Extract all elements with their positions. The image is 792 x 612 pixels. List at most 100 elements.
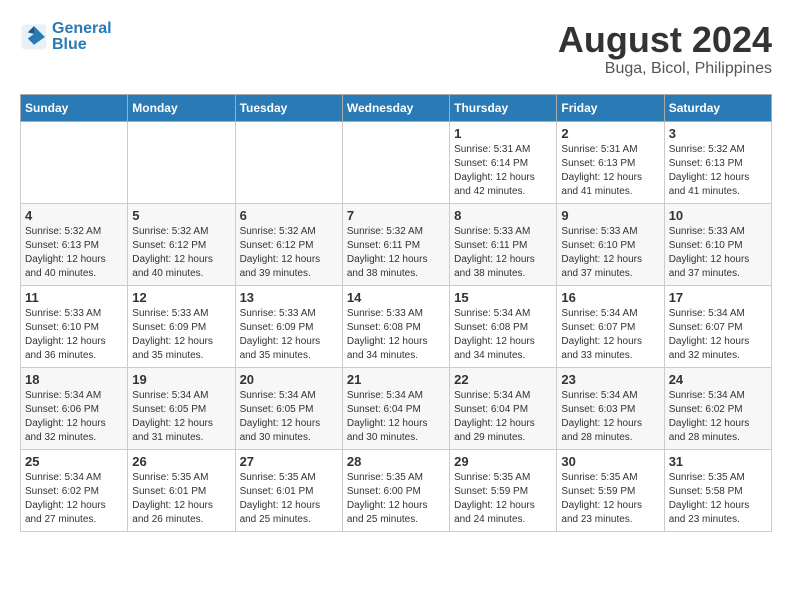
- day-info: Sunrise: 5:32 AM Sunset: 6:12 PM Dayligh…: [240, 225, 338, 281]
- calendar-cell: 3 Sunrise: 5:32 AM Sunset: 6:13 PM Daylig…: [664, 121, 771, 203]
- calendar-cell: 5Sunrise: 5:32 AM Sunset: 6:12 PM Daylig…: [128, 203, 235, 285]
- day-number: 22: [454, 372, 552, 387]
- day-number: 3: [669, 126, 767, 141]
- title-area: August 2024 Buga, Bicol, Philippines: [558, 20, 772, 78]
- day-info: Sunrise: 5:33 AM Sunset: 6:10 PM Dayligh…: [669, 225, 767, 281]
- day-number: 31: [669, 454, 767, 469]
- calendar-cell: 9Sunrise: 5:33 AM Sunset: 6:10 PM Daylig…: [557, 203, 664, 285]
- day-number: 16: [561, 290, 659, 305]
- calendar-cell: 18 Sunrise: 5:34 AM Sunset: 6:06 PM Dayli…: [21, 367, 128, 449]
- day-info: Sunrise: 5:33 AM Sunset: 6:10 PM Dayligh…: [25, 307, 123, 363]
- day-number: 24: [669, 372, 767, 387]
- calendar-cell: 16 Sunrise: 5:34 AM Sunset: 6:07 PM Dayli…: [557, 285, 664, 367]
- day-info: Sunrise: 5:34 AM Sunset: 6:02 PM Dayligh…: [25, 471, 123, 527]
- day-info: Sunrise: 5:32 AM Sunset: 6:11 PM Dayligh…: [347, 225, 445, 281]
- calendar-cell: 27 Sunrise: 5:35 AM Sunset: 6:01 PM Dayli…: [235, 449, 342, 531]
- day-info: Sunrise: 5:34 AM Sunset: 6:07 PM Dayligh…: [561, 307, 659, 363]
- calendar-cell: 25 Sunrise: 5:34 AM Sunset: 6:02 PM Dayli…: [21, 449, 128, 531]
- calendar-cell: 26Sunrise: 5:35 AM Sunset: 6:01 PM Dayli…: [128, 449, 235, 531]
- calendar-cell: 1Sunrise: 5:31 AM Sunset: 6:14 PM Daylig…: [450, 121, 557, 203]
- day-number: 15: [454, 290, 552, 305]
- day-number: 8: [454, 208, 552, 223]
- calendar-cell: 8Sunrise: 5:33 AM Sunset: 6:11 PM Daylig…: [450, 203, 557, 285]
- calendar-cell: 23Sunrise: 5:34 AM Sunset: 6:03 PM Dayli…: [557, 367, 664, 449]
- day-info: Sunrise: 5:31 AM Sunset: 6:14 PM Dayligh…: [454, 143, 552, 199]
- calendar-cell: [128, 121, 235, 203]
- calendar-cell: [342, 121, 449, 203]
- day-info: Sunrise: 5:35 AM Sunset: 6:01 PM Dayligh…: [132, 471, 230, 527]
- calendar-header-row: SundayMondayTuesdayWednesdayThursdayFrid…: [21, 94, 772, 121]
- day-info: Sunrise: 5:31 AM Sunset: 6:13 PM Dayligh…: [561, 143, 659, 199]
- day-info: Sunrise: 5:34 AM Sunset: 6:06 PM Dayligh…: [25, 389, 123, 445]
- day-number: 5: [132, 208, 230, 223]
- calendar-cell: 11Sunrise: 5:33 AM Sunset: 6:10 PM Dayli…: [21, 285, 128, 367]
- day-info: Sunrise: 5:35 AM Sunset: 6:01 PM Dayligh…: [240, 471, 338, 527]
- calendar-cell: 17Sunrise: 5:34 AM Sunset: 6:07 PM Dayli…: [664, 285, 771, 367]
- page-header: General Blue August 2024 Buga, Bicol, Ph…: [20, 20, 772, 78]
- day-info: Sunrise: 5:34 AM Sunset: 6:04 PM Dayligh…: [454, 389, 552, 445]
- day-info: Sunrise: 5:34 AM Sunset: 6:04 PM Dayligh…: [347, 389, 445, 445]
- logo-text: General Blue: [52, 20, 112, 54]
- day-number: 17: [669, 290, 767, 305]
- day-header-tuesday: Tuesday: [235, 94, 342, 121]
- day-number: 29: [454, 454, 552, 469]
- day-header-monday: Monday: [128, 94, 235, 121]
- day-info: Sunrise: 5:32 AM Sunset: 6:13 PM Dayligh…: [669, 143, 767, 199]
- calendar-cell: 13 Sunrise: 5:33 AM Sunset: 6:09 PM Dayli…: [235, 285, 342, 367]
- day-info: Sunrise: 5:35 AM Sunset: 5:59 PM Dayligh…: [454, 471, 552, 527]
- day-number: 9: [561, 208, 659, 223]
- logo-icon: [20, 23, 48, 51]
- day-info: Sunrise: 5:35 AM Sunset: 5:59 PM Dayligh…: [561, 471, 659, 527]
- day-info: Sunrise: 5:35 AM Sunset: 5:58 PM Dayligh…: [669, 471, 767, 527]
- day-info: Sunrise: 5:32 AM Sunset: 6:13 PM Dayligh…: [25, 225, 123, 281]
- day-number: 4: [25, 208, 123, 223]
- calendar-week-row: 11Sunrise: 5:33 AM Sunset: 6:10 PM Dayli…: [21, 285, 772, 367]
- day-number: 27: [240, 454, 338, 469]
- day-info: Sunrise: 5:34 AM Sunset: 6:05 PM Dayligh…: [240, 389, 338, 445]
- calendar-cell: 19Sunrise: 5:34 AM Sunset: 6:05 PM Dayli…: [128, 367, 235, 449]
- day-header-sunday: Sunday: [21, 94, 128, 121]
- day-number: 13: [240, 290, 338, 305]
- calendar-cell: 29 Sunrise: 5:35 AM Sunset: 5:59 PM Dayli…: [450, 449, 557, 531]
- day-header-friday: Friday: [557, 94, 664, 121]
- day-info: Sunrise: 5:33 AM Sunset: 6:08 PM Dayligh…: [347, 307, 445, 363]
- calendar-cell: 22 Sunrise: 5:34 AM Sunset: 6:04 PM Dayli…: [450, 367, 557, 449]
- day-number: 21: [347, 372, 445, 387]
- calendar-cell: 12Sunrise: 5:33 AM Sunset: 6:09 PM Dayli…: [128, 285, 235, 367]
- calendar-cell: 15 Sunrise: 5:34 AM Sunset: 6:08 PM Dayli…: [450, 285, 557, 367]
- calendar-week-row: 25 Sunrise: 5:34 AM Sunset: 6:02 PM Dayli…: [21, 449, 772, 531]
- calendar-cell: 10 Sunrise: 5:33 AM Sunset: 6:10 PM Dayli…: [664, 203, 771, 285]
- calendar-cell: 7Sunrise: 5:32 AM Sunset: 6:11 PM Daylig…: [342, 203, 449, 285]
- day-number: 6: [240, 208, 338, 223]
- calendar-cell: 14 Sunrise: 5:33 AM Sunset: 6:08 PM Dayli…: [342, 285, 449, 367]
- calendar-cell: 28 Sunrise: 5:35 AM Sunset: 6:00 PM Dayli…: [342, 449, 449, 531]
- day-number: 28: [347, 454, 445, 469]
- calendar-cell: 24 Sunrise: 5:34 AM Sunset: 6:02 PM Dayli…: [664, 367, 771, 449]
- page-title: August 2024: [558, 20, 772, 60]
- calendar-cell: [21, 121, 128, 203]
- day-number: 14: [347, 290, 445, 305]
- day-info: Sunrise: 5:33 AM Sunset: 6:09 PM Dayligh…: [240, 307, 338, 363]
- calendar-week-row: 18 Sunrise: 5:34 AM Sunset: 6:06 PM Dayli…: [21, 367, 772, 449]
- calendar-cell: 30Sunrise: 5:35 AM Sunset: 5:59 PM Dayli…: [557, 449, 664, 531]
- calendar-week-row: 1Sunrise: 5:31 AM Sunset: 6:14 PM Daylig…: [21, 121, 772, 203]
- day-number: 19: [132, 372, 230, 387]
- logo: General Blue: [20, 20, 112, 54]
- day-info: Sunrise: 5:35 AM Sunset: 6:00 PM Dayligh…: [347, 471, 445, 527]
- calendar-cell: 20 Sunrise: 5:34 AM Sunset: 6:05 PM Dayli…: [235, 367, 342, 449]
- day-info: Sunrise: 5:34 AM Sunset: 6:03 PM Dayligh…: [561, 389, 659, 445]
- day-header-thursday: Thursday: [450, 94, 557, 121]
- day-header-wednesday: Wednesday: [342, 94, 449, 121]
- day-info: Sunrise: 5:34 AM Sunset: 6:08 PM Dayligh…: [454, 307, 552, 363]
- day-number: 2: [561, 126, 659, 141]
- day-number: 25: [25, 454, 123, 469]
- calendar-cell: [235, 121, 342, 203]
- calendar-cell: 4 Sunrise: 5:32 AM Sunset: 6:13 PM Daylig…: [21, 203, 128, 285]
- calendar-week-row: 4 Sunrise: 5:32 AM Sunset: 6:13 PM Daylig…: [21, 203, 772, 285]
- day-info: Sunrise: 5:34 AM Sunset: 6:02 PM Dayligh…: [669, 389, 767, 445]
- day-number: 18: [25, 372, 123, 387]
- calendar-cell: 31 Sunrise: 5:35 AM Sunset: 5:58 PM Dayli…: [664, 449, 771, 531]
- page-subtitle: Buga, Bicol, Philippines: [558, 60, 772, 78]
- day-number: 20: [240, 372, 338, 387]
- day-number: 10: [669, 208, 767, 223]
